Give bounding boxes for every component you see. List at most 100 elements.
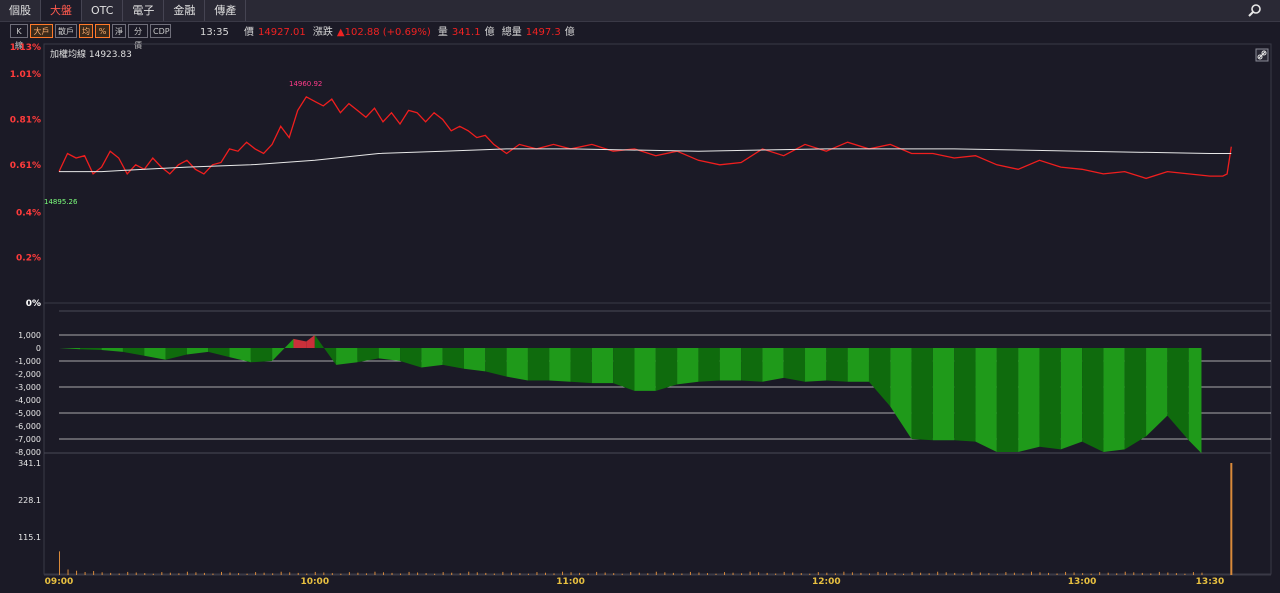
volume-bar xyxy=(169,572,171,575)
volume-bar xyxy=(391,572,393,575)
diff-segment xyxy=(719,348,742,381)
diff-y-tick: -5,000 xyxy=(15,409,41,418)
diff-segment xyxy=(634,348,656,391)
diff-segment xyxy=(421,348,443,368)
volume-bar xyxy=(297,572,299,575)
diff-y-tick: 1,000 xyxy=(18,331,41,340)
volume-bar xyxy=(144,573,146,575)
volume-bar xyxy=(706,573,708,575)
diff-segment xyxy=(1082,348,1104,452)
volume-bar xyxy=(425,573,427,575)
volume-bar xyxy=(382,572,384,575)
diff-segment xyxy=(954,348,976,442)
volume-bar xyxy=(954,572,956,575)
diff-segment xyxy=(847,348,869,382)
diff-segment xyxy=(911,348,933,441)
volume-bar xyxy=(860,572,862,575)
volume-bar xyxy=(1150,573,1152,575)
price-line xyxy=(58,95,1232,180)
volume-bar xyxy=(741,573,743,575)
volume-bar xyxy=(843,571,845,575)
price-y-tick: 1.13% xyxy=(10,43,41,53)
volume-bar xyxy=(289,572,291,575)
price-y-tick: 0.61% xyxy=(10,161,41,171)
diff-segment xyxy=(1146,348,1168,437)
volume-y-tick: 341.1 xyxy=(18,459,41,468)
volume-bar xyxy=(459,573,461,575)
volume-bar xyxy=(579,572,581,575)
volume-bar xyxy=(962,573,964,575)
diff-segment xyxy=(506,348,528,381)
diff-segment xyxy=(306,335,315,348)
diff-segment xyxy=(400,348,422,368)
volume-bar xyxy=(587,573,589,575)
volume-bar xyxy=(502,571,504,575)
diff-segment xyxy=(144,348,166,360)
diff-segment xyxy=(655,348,678,391)
diff-segment xyxy=(975,348,997,452)
volume-bar xyxy=(246,573,248,575)
volume-bar xyxy=(800,573,802,575)
diff-segment xyxy=(805,348,827,382)
volume-bar xyxy=(1116,573,1118,575)
time-tick: 11:00 xyxy=(556,577,585,587)
diff-segment xyxy=(442,348,464,369)
volume-bar xyxy=(826,572,828,575)
volume-bar xyxy=(374,571,376,575)
time-tick: 13:30 xyxy=(1196,577,1225,587)
volume-bar xyxy=(1201,572,1203,575)
diff-segment xyxy=(122,348,145,356)
volume-bar xyxy=(630,572,632,575)
volume-bar xyxy=(93,571,95,575)
volume-bar xyxy=(647,573,649,575)
volume-bar xyxy=(715,573,717,575)
volume-bar xyxy=(152,573,154,575)
volume-y-tick: 228.1 xyxy=(18,496,41,505)
volume-bar xyxy=(468,571,470,575)
price-y-tick: 1.01% xyxy=(10,70,41,80)
volume-bar xyxy=(536,572,538,575)
volume-bar xyxy=(135,572,137,575)
time-tick: 09:00 xyxy=(45,577,74,587)
diff-y-tick: -4,000 xyxy=(15,396,41,405)
volume-bar xyxy=(851,572,853,575)
link-icon[interactable] xyxy=(1255,48,1269,62)
volume-bar xyxy=(348,572,350,575)
volume-bar xyxy=(766,572,768,575)
diff-segment xyxy=(741,348,763,382)
diff-segment xyxy=(677,348,699,385)
volume-bar xyxy=(451,572,453,575)
volume-bar xyxy=(562,571,564,575)
diff-segment xyxy=(890,348,912,439)
volume-bar xyxy=(1184,573,1186,575)
volume-bar xyxy=(749,571,751,575)
volume-bar xyxy=(1141,572,1143,575)
volume-bar xyxy=(553,573,555,575)
volume-bar xyxy=(314,571,316,575)
diff-segment xyxy=(698,348,720,382)
volume-bar xyxy=(510,572,512,575)
diff-segment xyxy=(1039,348,1061,450)
diff-y-tick: -8,000 xyxy=(15,448,41,457)
volume-bar xyxy=(59,551,60,575)
diff-segment xyxy=(1124,348,1147,450)
diff-segment xyxy=(549,348,571,382)
volume-bar xyxy=(877,571,879,575)
volume-bar xyxy=(178,573,180,575)
volume-bar xyxy=(442,572,444,575)
diff-y-tick: -3,000 xyxy=(15,383,41,392)
volume-bar xyxy=(1005,572,1007,575)
volume-bar xyxy=(937,571,939,575)
volume-bar xyxy=(834,573,836,575)
diff-segment xyxy=(336,348,358,365)
diff-segment xyxy=(165,348,187,360)
diff-segment xyxy=(591,348,614,384)
volume-bar xyxy=(886,572,888,575)
volume-bar-close xyxy=(1230,463,1233,575)
volume-bar xyxy=(203,572,205,575)
volume-bar xyxy=(493,573,495,575)
volume-bar xyxy=(988,573,990,575)
volume-bar xyxy=(928,573,930,575)
volume-bar xyxy=(84,571,86,575)
diff-segment xyxy=(80,348,102,350)
